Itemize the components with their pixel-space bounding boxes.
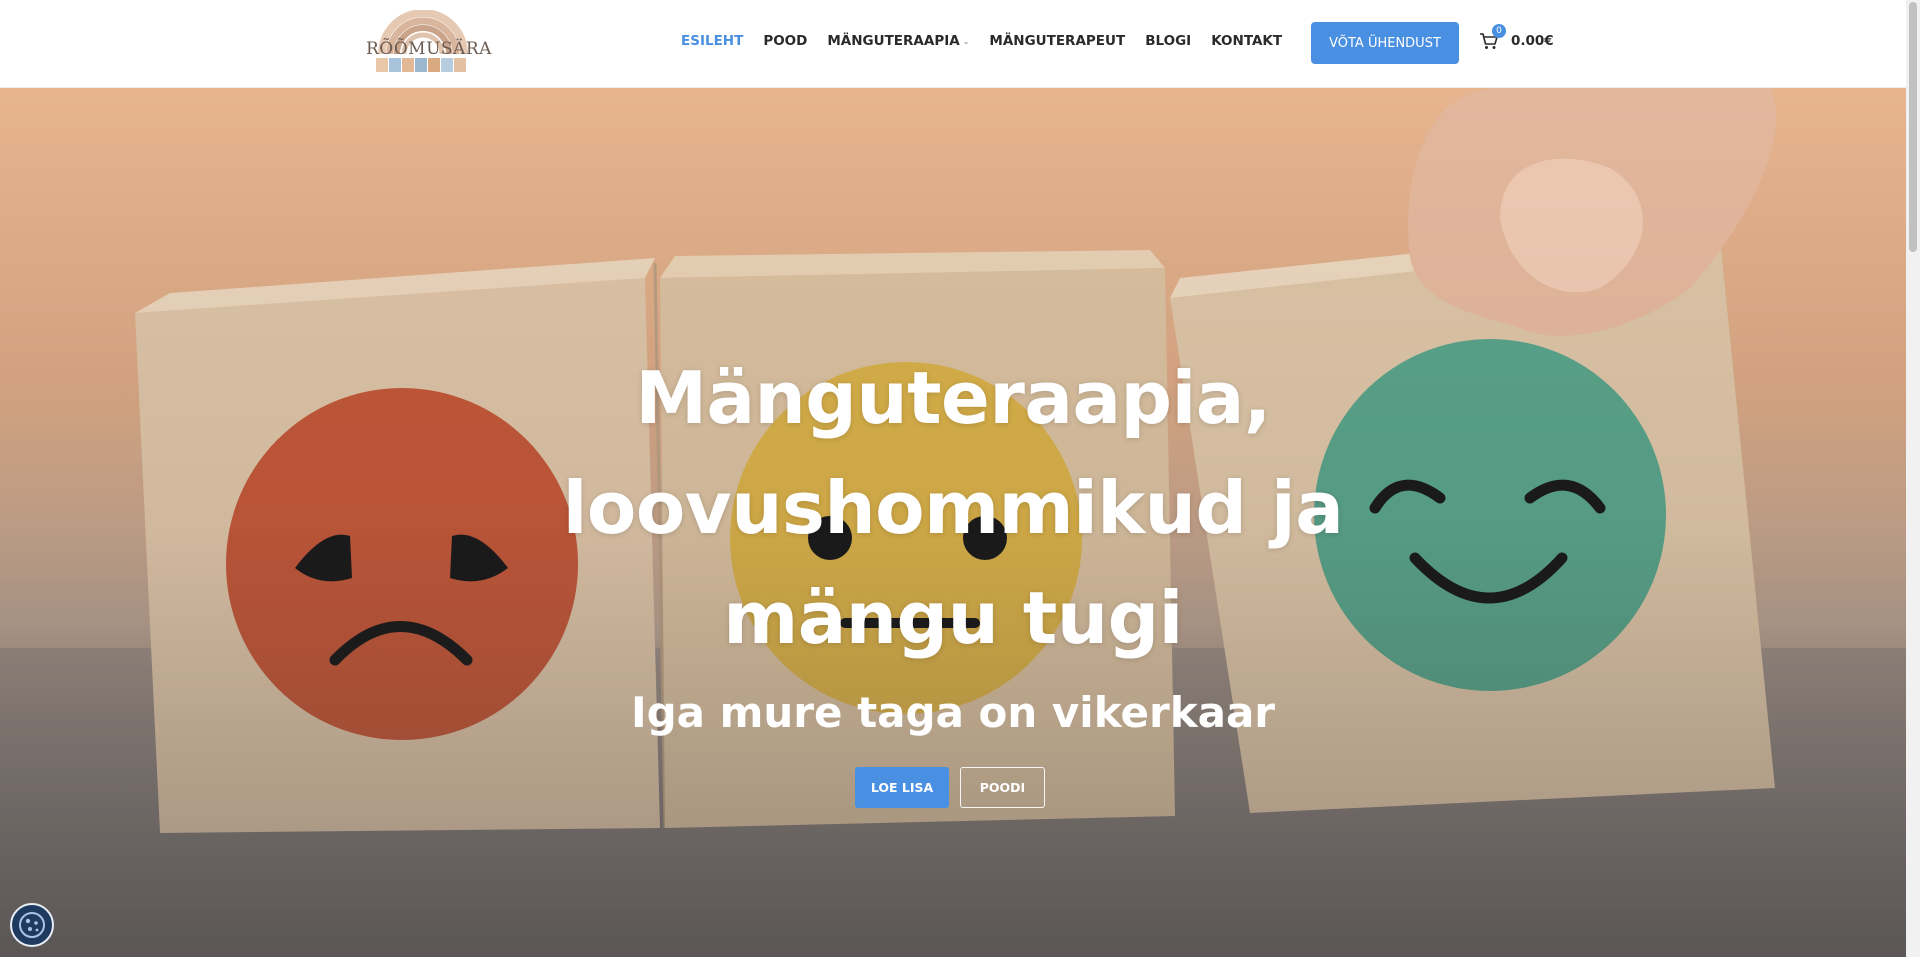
chevron-down-icon: ⌄ xyxy=(962,36,970,46)
cookie-settings-button[interactable] xyxy=(10,903,54,947)
nav-item-manguteraapia-label: MÄNGUTERAAPIA xyxy=(827,33,960,49)
read-more-button[interactable]: LOE LISA xyxy=(855,767,949,808)
cart-widget[interactable]: 0 0.00€ xyxy=(1478,24,1554,52)
cart-count-badge: 0 xyxy=(1492,24,1506,38)
page-scrollbar[interactable] xyxy=(1906,0,1920,957)
nav-item-blogi[interactable]: BLOGI xyxy=(1145,33,1191,49)
contact-button[interactable]: VÕTA ÜHENDUST xyxy=(1311,22,1459,64)
hero-section: Mänguteraapia, loovushommikud ja mängu t… xyxy=(0,88,1906,957)
hero-subtitle: Iga mure taga on vikerkaar xyxy=(630,688,1276,737)
shop-button[interactable]: POODI xyxy=(960,767,1045,808)
nav-item-manguteraapia[interactable]: MÄNGUTERAAPIA ⌄ xyxy=(827,33,969,49)
hero-title-line: Mänguteraapia, xyxy=(635,356,1271,440)
main-nav: ESILEHT POOD MÄNGUTERAAPIA ⌄ MÄNGUTERAPE… xyxy=(681,33,1282,49)
cart-icon[interactable]: 0 xyxy=(1478,24,1506,52)
site-logo[interactable]: RÕÕMUSÄRA xyxy=(366,10,492,78)
nav-item-manguterapeut[interactable]: MÄNGUTERAPEUT xyxy=(989,33,1125,49)
hero-title: Mänguteraapia, loovushommikud ja mängu t… xyxy=(553,343,1353,673)
scrollbar-thumb[interactable] xyxy=(1909,2,1917,252)
hero-buttons: LOE LISA POODI xyxy=(855,767,1045,808)
site-header: RÕÕMUSÄRA ESILEHT POOD MÄNGUTERAAPIA ⌄ M… xyxy=(0,0,1906,88)
nav-item-esileht[interactable]: ESILEHT xyxy=(681,33,743,49)
cookie-icon xyxy=(19,912,45,938)
hero-title-line: mängu tugi xyxy=(723,576,1183,660)
logo-text: RÕÕMUSÄRA xyxy=(366,39,492,59)
cart-total[interactable]: 0.00€ xyxy=(1511,33,1554,49)
nav-item-kontakt[interactable]: KONTAKT xyxy=(1211,33,1282,49)
nav-item-pood[interactable]: POOD xyxy=(763,33,807,49)
hero-title-line: loovushommikud ja xyxy=(562,466,1344,550)
